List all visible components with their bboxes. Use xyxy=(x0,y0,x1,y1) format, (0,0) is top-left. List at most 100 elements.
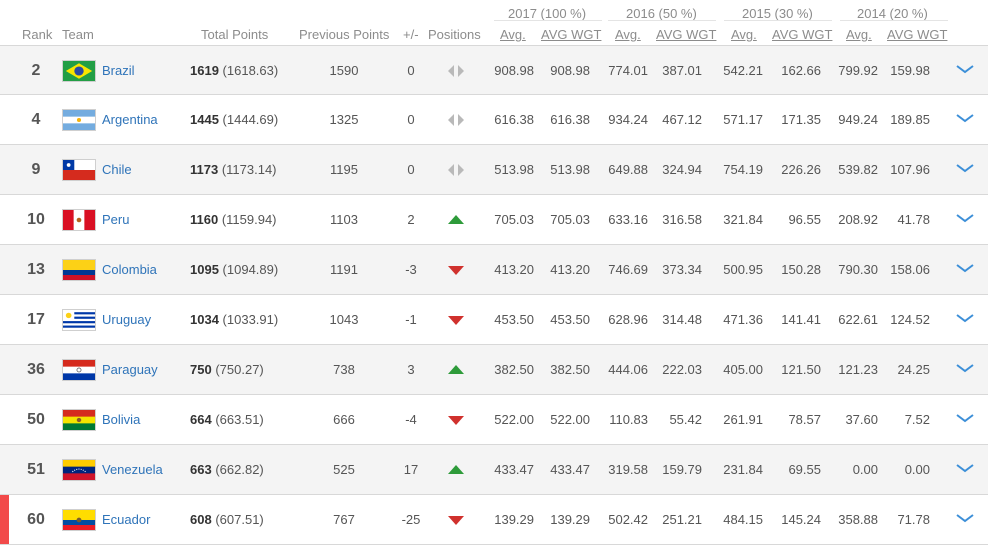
team-link[interactable]: Colombia xyxy=(102,245,157,294)
chevron-down-icon[interactable] xyxy=(954,311,976,323)
y2016-avg-cell: 110.83 xyxy=(609,412,648,427)
table-row[interactable]: 36 Paraguay 750 (750.27) 738 3 382.50 382.50 44… xyxy=(0,345,988,395)
previous-points-cell: 1191 xyxy=(330,262,358,277)
y2015-avg-cell: 405.00 xyxy=(723,362,763,377)
y2015-wgt-cell: 96.55 xyxy=(788,212,821,227)
header-2014-avg-wgt[interactable]: AVG WGT xyxy=(887,27,947,42)
y2017-avg-cell: 522.00 xyxy=(494,412,534,427)
chevron-down-icon[interactable] xyxy=(954,511,976,523)
y2016-wgt-cell: 159.79 xyxy=(662,462,702,477)
table-row[interactable]: 50 Bolivia 664 (663.51) 666 -4 522.00 522.00 11… xyxy=(0,395,988,445)
table-row[interactable]: 17 Uruguay 1034 (1033.91) 1043 -1 453.50 453.5… xyxy=(0,295,988,345)
change-cell: 0 xyxy=(407,162,415,177)
header-2015-avg-wgt[interactable]: AVG WGT xyxy=(772,27,832,42)
y2015-avg-cell: 231.84 xyxy=(723,462,763,477)
header-previous-points[interactable]: Previous Points xyxy=(299,27,389,42)
team-link[interactable]: Chile xyxy=(102,145,132,194)
y2017-avg-cell: 139.29 xyxy=(494,512,534,527)
team-link[interactable]: Argentina xyxy=(102,95,158,144)
y2017-wgt-cell: 522.00 xyxy=(550,412,590,427)
y2017-wgt-cell: 413.20 xyxy=(550,262,590,277)
header-positions[interactable]: Positions xyxy=(428,27,481,42)
y2016-avg-cell: 649.88 xyxy=(608,162,648,177)
y2014-wgt-cell: 124.52 xyxy=(890,312,930,327)
table-row[interactable]: 10 Peru 1160 (1159.94) 1103 2 705.03 705.03 633… xyxy=(0,195,988,245)
team-link[interactable]: Peru xyxy=(102,195,129,244)
header-change[interactable]: +/- xyxy=(403,27,419,42)
header-2014-avg[interactable]: Avg. xyxy=(846,27,872,42)
year-weight-header: 2017 (100 %) 2016 (50 %) 2015 (30 %) 201… xyxy=(0,0,988,22)
table-row[interactable]: 13 Colombia 1095 (1094.89) 1191 -3 413.20 413.… xyxy=(0,245,988,295)
chevron-down-icon[interactable] xyxy=(954,62,976,74)
table-row[interactable]: 51 Venezuela 663 (662.82) 525 17 433.47 433.47… xyxy=(0,445,988,495)
header-2016-avg[interactable]: Avg. xyxy=(615,27,641,42)
chevron-down-icon[interactable] xyxy=(954,461,976,473)
chevron-down-icon[interactable] xyxy=(954,411,976,423)
y2017-wgt-cell: 513.98 xyxy=(550,162,590,177)
header-2017-avg[interactable]: Avg. xyxy=(500,27,526,42)
no-change-icon xyxy=(446,162,466,178)
table-row[interactable]: 60 Ecuador 608 (607.51) 767 -25 139.29 139.29 5… xyxy=(0,495,988,545)
chevron-down-icon[interactable] xyxy=(954,361,976,373)
y2015-avg-cell: 484.15 xyxy=(723,512,763,527)
y2014-wgt-cell: 0.00 xyxy=(904,462,930,477)
y2015-avg-cell: 471.36 xyxy=(723,312,763,327)
y2015-avg-cell: 754.19 xyxy=(723,162,763,177)
y2015-avg-cell: 321.84 xyxy=(723,212,763,227)
y2014-wgt-cell: 71.78 xyxy=(897,512,930,527)
y2017-wgt-cell: 908.98 xyxy=(550,63,590,78)
total-points-exact: (1094.89) xyxy=(222,262,279,277)
table-row[interactable]: 2 Brazil 1619 (1618.63) 1590 0 908.98 908.98 77… xyxy=(0,45,988,95)
total-points-exact: (1033.91) xyxy=(222,312,279,327)
chevron-down-icon[interactable] xyxy=(954,261,976,273)
team-link[interactable]: Ecuador xyxy=(102,495,150,544)
previous-points-cell: 1195 xyxy=(330,162,358,177)
y2014-wgt-cell: 189.85 xyxy=(890,112,930,127)
y2017-wgt-cell: 453.50 xyxy=(550,312,590,327)
y2016-wgt-cell: 314.48 xyxy=(662,312,702,327)
y2016-wgt-cell: 373.34 xyxy=(662,262,702,277)
chevron-down-icon[interactable] xyxy=(954,211,976,223)
flag-ecuador-icon xyxy=(62,509,96,531)
y2015-wgt-cell: 226.26 xyxy=(781,162,821,177)
header-total-points[interactable]: Total Points xyxy=(201,27,268,42)
team-link[interactable]: Paraguay xyxy=(102,345,158,394)
year-2015-heading: 2015 (30 %) xyxy=(742,6,813,21)
total-points: 664 xyxy=(190,412,212,427)
header-2015-avg[interactable]: Avg. xyxy=(731,27,757,42)
team-link[interactable]: Brazil xyxy=(102,46,135,95)
flag-chile-icon xyxy=(62,159,96,181)
previous-points-cell: 767 xyxy=(333,512,355,527)
change-cell: -4 xyxy=(405,412,417,427)
team-link[interactable]: Uruguay xyxy=(102,295,151,344)
flag-venezuela-icon xyxy=(62,459,96,481)
y2017-wgt-cell: 616.38 xyxy=(550,112,590,127)
y2016-avg-cell: 502.42 xyxy=(608,512,648,527)
flag-peru-icon xyxy=(62,209,96,231)
header-2017-avg-wgt[interactable]: AVG WGT xyxy=(541,27,601,42)
header-team[interactable]: Team xyxy=(62,27,94,42)
divider xyxy=(608,20,716,21)
y2016-wgt-cell: 324.94 xyxy=(662,162,702,177)
no-change-icon xyxy=(446,112,466,128)
y2016-avg-cell: 774.01 xyxy=(608,63,648,78)
arrow-up-icon xyxy=(446,462,466,478)
header-rank[interactable]: Rank xyxy=(22,27,52,42)
year-2017-heading: 2017 (100 %) xyxy=(508,6,587,21)
y2014-wgt-cell: 107.96 xyxy=(890,162,930,177)
y2017-avg-cell: 513.98 xyxy=(494,162,534,177)
table-row[interactable]: 9 Chile 1173 (1173.14) 1195 0 513.98 513.98 649… xyxy=(0,145,988,195)
previous-points-cell: 1103 xyxy=(330,212,358,227)
header-2016-avg-wgt[interactable]: AVG WGT xyxy=(656,27,716,42)
y2016-wgt-cell: 387.01 xyxy=(662,63,702,78)
chevron-down-icon[interactable] xyxy=(954,161,976,173)
total-points: 1619 xyxy=(190,63,219,78)
total-points-exact: (1173.14) xyxy=(221,162,277,177)
chevron-down-icon[interactable] xyxy=(954,111,976,123)
team-link[interactable]: Bolivia xyxy=(102,395,140,444)
divider xyxy=(840,20,948,21)
table-row[interactable]: 4 Argentina 1445 (1444.69) 1325 0 616.38 616.3… xyxy=(0,95,988,145)
total-points-cell: 750 (750.27) xyxy=(190,345,310,394)
team-link[interactable]: Venezuela xyxy=(102,445,163,494)
previous-points-cell: 1590 xyxy=(329,63,359,78)
